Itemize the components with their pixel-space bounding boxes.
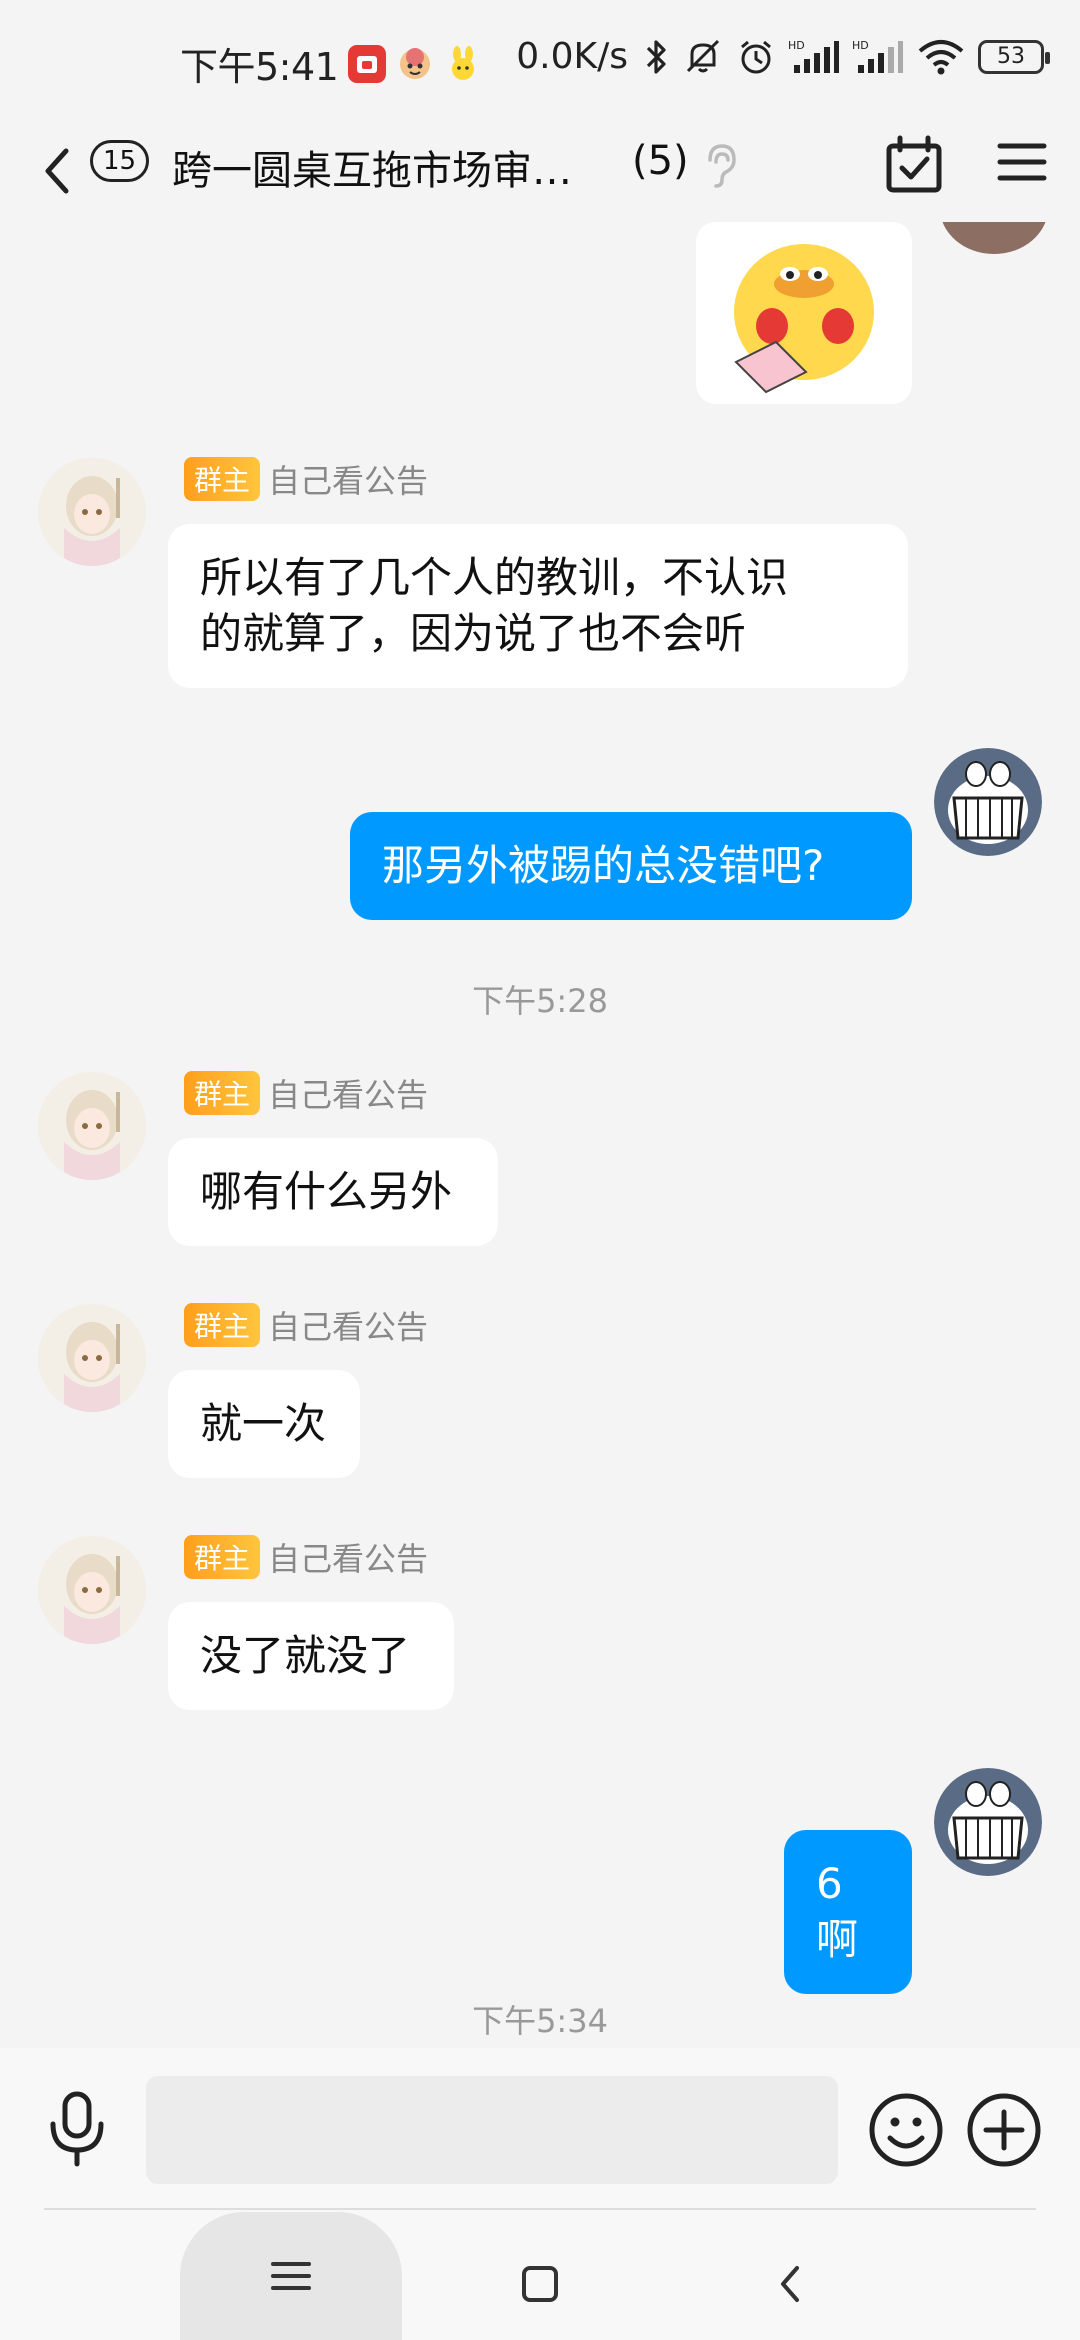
net-speed: 0.0K/s: [516, 36, 628, 77]
duck-sticker-image: [734, 244, 874, 394]
menu-icon[interactable]: [996, 132, 1048, 192]
message-bubble-self[interactable]: 那另外被踢的总没错吧?: [350, 812, 912, 920]
message-bubble[interactable]: 所以有了几个人的教训，不认识 的就算了，因为说了也不会听: [168, 524, 908, 688]
avatar-group-owner[interactable]: [38, 1536, 146, 1644]
back-button[interactable]: [38, 136, 98, 206]
avatar-group-owner[interactable]: [38, 458, 146, 566]
chevron-left-icon: [781, 2266, 799, 2302]
chat-title[interactable]: 跨一圆桌互拖市场审…: [172, 138, 572, 196]
divider: [44, 2208, 1036, 2210]
owner-badge: 群主: [184, 1071, 261, 1115]
mute-icon: [686, 39, 720, 72]
member-count[interactable]: (5): [632, 138, 689, 184]
message-bubble[interactable]: 就一次: [168, 1370, 360, 1478]
sender-name[interactable]: 自己看公告: [268, 456, 428, 502]
chat-screen: 下午5:41 0.0K/s HD HD 53 15 跨一圆桌互拖市场审… (5)…: [0, 0, 1080, 2340]
owner-badge: 群主: [184, 457, 261, 501]
status-bar: 下午5:41 0.0K/s HD HD 53: [0, 0, 1080, 122]
calendar-app-icon: [348, 44, 387, 83]
input-bar: [0, 2048, 1080, 2212]
plus-icon[interactable]: [966, 2092, 1042, 2168]
nav-back-button[interactable]: [760, 2254, 820, 2314]
message-text: 那另外被踢的总没错吧?: [382, 841, 825, 890]
sender-row: 群主 自己看公告: [184, 1302, 428, 1348]
message-text-line: 所以有了几个人的教训，不认识: [200, 553, 789, 602]
message-bubble-self[interactable]: 6啊: [784, 1830, 912, 1994]
nav-home-button[interactable]: [510, 2254, 570, 2314]
status-time: 下午5:41: [180, 45, 339, 89]
sender-row: 群主 自己看公告: [184, 1070, 428, 1116]
ear-icon[interactable]: [700, 140, 740, 190]
unread-count-badge[interactable]: 15: [90, 140, 150, 182]
sticker-message[interactable]: [696, 222, 912, 404]
calendar-check-icon[interactable]: [884, 130, 944, 200]
hamburger-icon: [271, 2262, 311, 2290]
signal-icon: HD: [788, 39, 839, 73]
timestamp: 下午5:34: [472, 2002, 608, 2040]
svg-text:HD: HD: [788, 39, 805, 52]
owner-badge: 群主: [184, 1303, 261, 1347]
partial-avatar[interactable]: [940, 222, 1048, 254]
status-left: 下午5:41: [180, 36, 482, 91]
anime-girl-avatar-image: [38, 458, 146, 566]
anime-girl-avatar-image: [38, 1072, 146, 1180]
status-right: 0.0K/s HD HD 53: [516, 36, 1050, 77]
alarm-icon: [741, 40, 771, 73]
message-text-line: 的就算了，因为说了也不会听: [200, 609, 747, 658]
doraemon-avatar-image: [934, 748, 1042, 856]
anime-girl-avatar-image: [38, 1304, 146, 1412]
owner-badge: 群主: [184, 1535, 261, 1579]
message-bubble[interactable]: 没了就没了: [168, 1602, 454, 1710]
square-icon: [522, 2266, 558, 2302]
nav-recents-button[interactable]: [180, 2212, 402, 2340]
avatar-group-owner[interactable]: [38, 1072, 146, 1180]
timestamp: 下午5:28: [472, 982, 608, 1020]
anime-girl-avatar-image: [38, 1536, 146, 1644]
message-text: 就一次: [200, 1399, 327, 1448]
signal-2-icon: HD: [852, 39, 903, 73]
message-input[interactable]: [146, 2076, 838, 2184]
game-app-icon: [396, 45, 434, 83]
sender-name[interactable]: 自己看公告: [268, 1302, 428, 1348]
mic-icon[interactable]: [44, 2088, 110, 2168]
message-text: 没了就没了: [200, 1631, 411, 1680]
message-text: 哪有什么另外: [200, 1167, 453, 1216]
message-list[interactable]: 群主 自己看公告 所以有了几个人的教训，不认识 的就算了，因为说了也不会听 那另…: [0, 222, 1080, 2050]
sender-row: 群主 自己看公告: [184, 456, 428, 502]
battery-indicator: 53: [978, 39, 1050, 74]
back-icon: [45, 148, 69, 194]
bluetooth-icon: [646, 39, 666, 74]
avatar-self[interactable]: [934, 748, 1042, 856]
message-bubble[interactable]: 哪有什么另外: [168, 1138, 498, 1246]
emoji-icon[interactable]: [868, 2092, 944, 2168]
doraemon-avatar-image: [934, 1768, 1042, 1876]
sender-row: 群主 自己看公告: [184, 1534, 428, 1580]
avatar-self[interactable]: [934, 1768, 1042, 1876]
system-nav-bar: [0, 2212, 1080, 2340]
message-text: 6啊: [816, 1859, 859, 1964]
svg-text:HD: HD: [852, 39, 869, 52]
chat-header: 15 跨一圆桌互拖市场审… (5): [0, 122, 1080, 222]
avatar-group-owner[interactable]: [38, 1304, 146, 1412]
rabbit-app-icon: [444, 45, 482, 83]
sender-name[interactable]: 自己看公告: [268, 1534, 428, 1580]
wifi-icon: [918, 39, 964, 74]
sender-name[interactable]: 自己看公告: [268, 1070, 428, 1116]
